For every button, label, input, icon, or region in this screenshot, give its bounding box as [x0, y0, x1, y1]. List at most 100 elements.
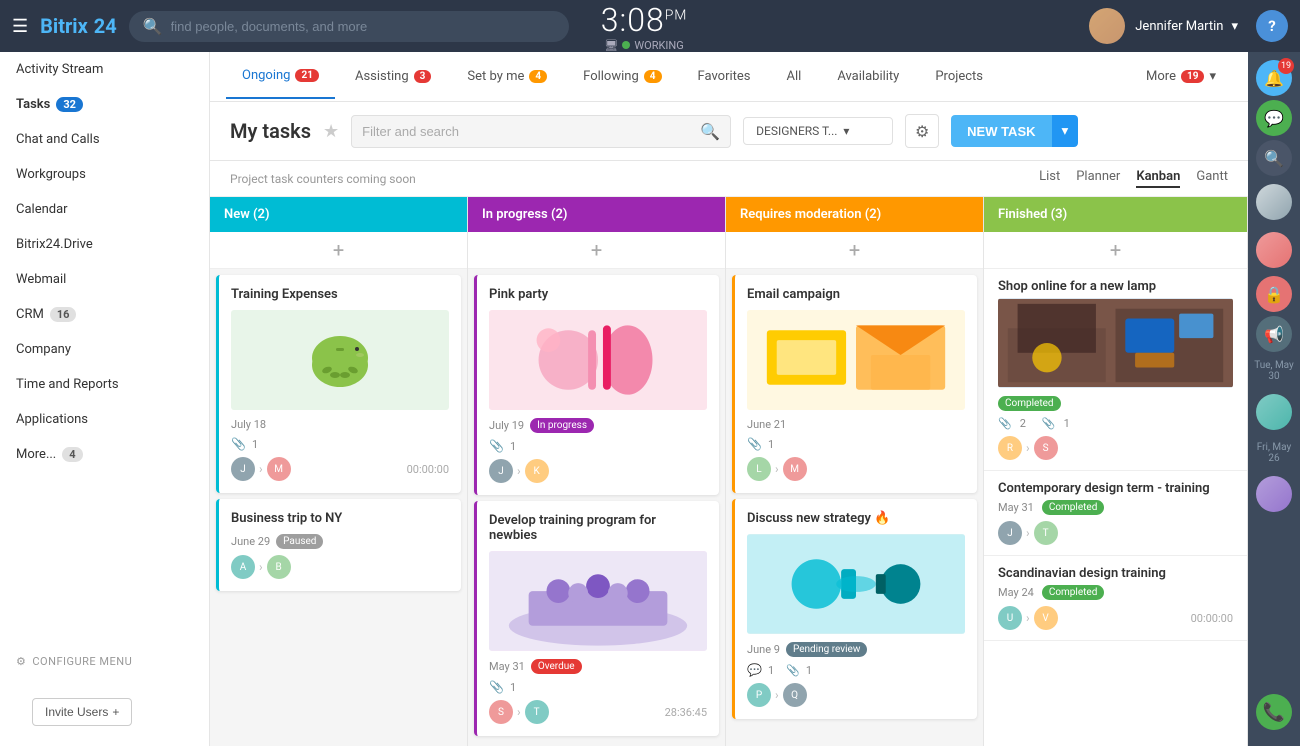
tab-availability[interactable]: Availability — [821, 55, 915, 98]
planner-view[interactable]: Planner — [1076, 169, 1120, 188]
card-scandinavian-design[interactable]: Scandinavian design training May 24 Comp… — [984, 556, 1247, 641]
sidebar-item-applications[interactable]: Applications — [0, 402, 209, 437]
card-contemporary-design[interactable]: Contemporary design term - training May … — [984, 471, 1247, 556]
card-develop-training[interactable]: Develop training program for newbies — [474, 501, 719, 736]
tab-favorites[interactable]: Favorites — [682, 55, 767, 98]
tab-assisting[interactable]: Assisting 3 — [339, 55, 447, 98]
settings-button[interactable]: ⚙ — [905, 114, 939, 148]
search-input[interactable] — [171, 19, 555, 34]
card-footer: J › T — [998, 521, 1233, 545]
sidebar-item-label: Activity Stream — [16, 62, 103, 77]
sidebar-item-company[interactable]: Company — [0, 332, 209, 367]
avatar[interactable] — [1089, 8, 1125, 44]
filter-search[interactable]: 🔍 — [351, 115, 731, 148]
kanban-view[interactable]: Kanban — [1136, 169, 1180, 188]
avatar: P — [747, 683, 771, 707]
tab-projects[interactable]: Projects — [919, 55, 999, 98]
add-card-moderation[interactable]: + — [726, 232, 983, 269]
card-meta: 📎1 — [489, 680, 707, 694]
list-view[interactable]: List — [1039, 169, 1060, 188]
sidebar-item-calendar[interactable]: Calendar — [0, 192, 209, 227]
add-card-new[interactable]: + — [210, 232, 467, 269]
kanban-board: New (2) + Training Expenses — [210, 197, 1248, 746]
sidebar-item-workgroups[interactable]: Workgroups — [0, 157, 209, 192]
card-email-campaign[interactable]: Email campaign — [732, 275, 977, 493]
configure-menu[interactable]: ⚙ Configure Menu — [0, 645, 209, 678]
card-training-expenses[interactable]: Training Expenses — [216, 275, 461, 493]
sidebar-item-time[interactable]: Time and Reports — [0, 367, 209, 402]
hamburger-icon[interactable]: ☰ — [12, 16, 28, 37]
column-new: New (2) + Training Expenses — [210, 197, 468, 746]
avatar: A — [231, 555, 255, 579]
sidebar-item-drive[interactable]: Bitrix24.Drive — [0, 227, 209, 262]
sidebar-item-label: Chat and Calls — [16, 132, 100, 147]
card-discuss-strategy[interactable]: Discuss new strategy 🔥 — [732, 499, 977, 719]
add-card-inprogress[interactable]: + — [468, 232, 725, 269]
user-avatar-3[interactable] — [1256, 394, 1292, 430]
card-title: Develop training program for newbies — [489, 513, 707, 543]
user-menu[interactable]: Jennifer Martin ▾ — [1135, 19, 1238, 34]
avatar: K — [525, 459, 549, 483]
user-avatar-4[interactable] — [1256, 476, 1292, 512]
search-icon[interactable]: 🔍 — [1256, 140, 1292, 176]
favorite-star-icon[interactable]: ★ — [323, 121, 339, 142]
filter-input[interactable] — [362, 124, 694, 139]
card-image — [231, 310, 449, 410]
tab-all[interactable]: All — [771, 55, 818, 98]
group-selector[interactable]: DESIGNERS T... ▾ — [743, 117, 893, 145]
global-search[interactable]: 🔍 — [129, 11, 569, 42]
card-image — [489, 551, 707, 651]
tab-following[interactable]: Following 4 — [567, 55, 677, 98]
card-shop-lamp[interactable]: Shop online for a new lamp — [984, 269, 1247, 471]
gear-icon: ⚙ — [915, 122, 929, 141]
chevron-icon: › — [1026, 441, 1030, 455]
sidebar: Activity Stream Tasks 32 Chat and Calls … — [0, 52, 210, 746]
add-card-finished[interactable]: + — [984, 232, 1247, 269]
card-pink-party[interactable]: Pink party July — [474, 275, 719, 495]
sidebar-item-more[interactable]: More... 4 — [0, 437, 209, 472]
avatar: M — [267, 457, 291, 481]
user-avatar-1[interactable] — [1256, 184, 1292, 220]
chat-button[interactable]: 💬 — [1256, 100, 1292, 136]
lock-icon[interactable]: 🔒 — [1256, 276, 1292, 312]
message-icon[interactable]: 📢 — [1256, 316, 1292, 352]
card-meta: May 24 Completed — [998, 585, 1233, 600]
tab-more[interactable]: More 19 ▾ — [1130, 55, 1232, 98]
avatar: R — [998, 436, 1022, 460]
group-label: DESIGNERS T... — [756, 124, 837, 138]
card-date: June 29 Paused — [231, 534, 449, 549]
new-task-button[interactable]: NEW TASK — [951, 115, 1051, 147]
sidebar-item-tasks[interactable]: Tasks 32 — [0, 87, 209, 122]
status-badge: Completed — [1042, 500, 1105, 515]
card-avatars: A › B — [231, 555, 291, 579]
more-tab-badge: 19 — [1181, 70, 1204, 83]
notifications-button[interactable]: 🔔 19 — [1256, 60, 1292, 96]
chevron-icon: › — [517, 705, 521, 719]
main-layout: Activity Stream Tasks 32 Chat and Calls … — [0, 52, 1300, 746]
avatar: S — [1034, 436, 1058, 460]
chevron-icon: › — [1026, 526, 1030, 540]
sidebar-item-chat[interactable]: Chat and Calls — [0, 122, 209, 157]
gantt-view[interactable]: Gantt — [1196, 169, 1228, 188]
card-meta: May 31 Completed — [998, 500, 1233, 515]
new-task-dropdown-button[interactable]: ▾ — [1052, 115, 1079, 147]
sidebar-item-label: Company — [16, 342, 71, 357]
sidebar-item-webmail[interactable]: Webmail — [0, 262, 209, 297]
card-avatars: L › M — [747, 457, 807, 481]
card-avatars: S › T — [489, 700, 549, 724]
card-date: July 19 In progress — [489, 418, 707, 433]
invite-users-button[interactable]: Invite Users + — [32, 698, 132, 726]
card-business-trip[interactable]: Business trip to NY June 29 Paused A › B — [216, 499, 461, 591]
card-avatars: P › Q — [747, 683, 807, 707]
card-time: 28:36:45 — [665, 706, 707, 719]
card-image — [489, 310, 707, 410]
help-button[interactable]: ? — [1256, 10, 1288, 42]
user-avatar-2[interactable] — [1256, 232, 1292, 268]
tab-ongoing[interactable]: Ongoing 21 — [226, 54, 335, 99]
tab-setbyme[interactable]: Set by me 4 — [451, 55, 563, 98]
new-task-group: NEW TASK ▾ — [951, 115, 1078, 147]
card-avatars: U › V — [998, 606, 1058, 630]
sidebar-item-activity[interactable]: Activity Stream — [0, 52, 209, 87]
sidebar-item-crm[interactable]: CRM 16 — [0, 297, 209, 332]
call-button[interactable]: 📞 — [1256, 694, 1292, 730]
